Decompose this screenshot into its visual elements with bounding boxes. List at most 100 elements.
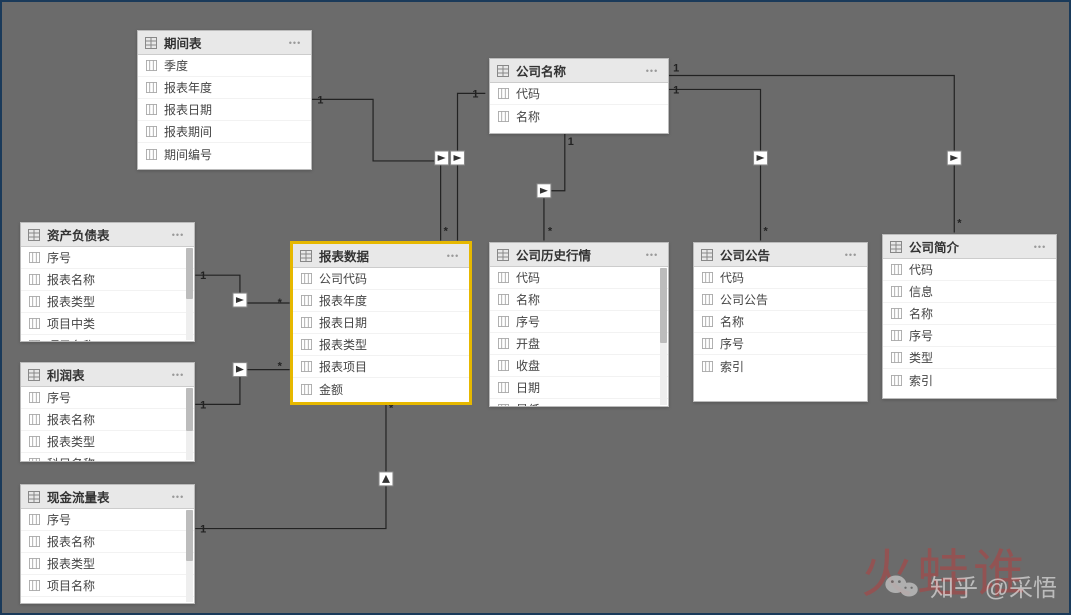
field-row[interactable]: 日期 — [490, 377, 668, 399]
field-row[interactable]: 金额 — [293, 378, 469, 400]
field-row[interactable]: 名称 — [490, 289, 668, 311]
more-icon[interactable]: ••• — [841, 248, 861, 262]
table-header[interactable]: 利润表 ••• — [21, 363, 194, 387]
field-row[interactable]: 报表日期 — [138, 99, 311, 121]
table-header[interactable]: 现金流量表 ••• — [21, 485, 194, 509]
column-icon — [299, 294, 313, 308]
field-label: 报表类型 — [319, 336, 463, 353]
field-row[interactable]: 开盘 — [490, 333, 668, 355]
table-announce[interactable]: 公司公告 ••• 代码 公司公告 名称 序号 索引 — [693, 242, 868, 402]
column-icon — [496, 359, 510, 373]
table-history[interactable]: 公司历史行情 ••• 代码 名称 序号 开盘 收盘 日期 最低 — [489, 242, 669, 407]
field-row[interactable]: 报表期间 — [138, 121, 311, 143]
field-list: 代码 名称 序号 开盘 收盘 日期 最低 — [490, 267, 668, 406]
field-row[interactable]: 期间编号 — [138, 143, 311, 165]
field-row[interactable]: 序号 — [21, 509, 194, 531]
column-icon — [496, 315, 510, 329]
field-row[interactable]: 名称 — [694, 311, 867, 333]
more-icon[interactable]: ••• — [168, 228, 188, 242]
field-row[interactable]: 代码 — [490, 267, 668, 289]
field-row[interactable]: 报表类型 — [21, 291, 194, 313]
card-one: 1 — [472, 88, 478, 100]
column-icon — [299, 382, 313, 396]
field-row[interactable]: 收盘 — [490, 355, 668, 377]
field-row[interactable]: 科目名称 — [21, 453, 194, 461]
column-icon — [889, 351, 903, 365]
field-row[interactable]: 项目中类 — [21, 313, 194, 335]
field-row[interactable]: 公司公告 — [694, 289, 867, 311]
scrollbar[interactable] — [186, 388, 193, 460]
table-header[interactable]: 公司名称 ••• — [490, 59, 668, 83]
field-row[interactable]: 信息 — [883, 281, 1056, 303]
field-row[interactable]: 报表类型 — [293, 334, 469, 356]
field-row[interactable]: 代码 — [883, 259, 1056, 281]
table-header[interactable]: 公司公告 ••• — [694, 243, 867, 267]
field-label: 报表日期 — [319, 314, 463, 331]
field-label: 序号 — [909, 327, 1050, 344]
field-row[interactable]: 季度 — [138, 55, 311, 77]
scrollbar[interactable] — [186, 248, 193, 340]
field-list: 季度 报表年度 报表日期 报表期间 期间编号 — [138, 55, 311, 169]
field-row[interactable]: 序号 — [490, 311, 668, 333]
table-balance[interactable]: 资产负债表 ••• 序号 报表名称 报表类型 项目中类 项目名称 — [20, 222, 195, 342]
column-icon — [496, 403, 510, 407]
field-label: 公司代码 — [319, 270, 463, 287]
field-row[interactable]: 序号 — [883, 325, 1056, 347]
table-period[interactable]: 期间表 ••• 季度 报表年度 报表日期 报表期间 期间编号 — [137, 30, 312, 170]
table-header[interactable]: 报表数据 ••• — [293, 244, 469, 268]
column-icon — [27, 251, 41, 265]
column-icon — [496, 337, 510, 351]
table-icon — [27, 228, 41, 242]
watermark-red: 火蛙谁 — [861, 532, 1029, 607]
field-row[interactable]: 序号 — [21, 387, 194, 409]
more-icon[interactable]: ••• — [642, 248, 662, 262]
field-row[interactable]: 报表类型 — [21, 553, 194, 575]
field-row[interactable]: 索引 — [883, 369, 1056, 391]
table-header[interactable]: 公司简介 ••• — [883, 235, 1056, 259]
field-row[interactable]: 项目名称 — [21, 335, 194, 341]
field-row[interactable]: 项目名称 — [21, 575, 194, 597]
table-reportdata[interactable]: 报表数据 ••• 公司代码 报表年度 报表日期 报表类型 报表项目 金额 — [291, 242, 471, 404]
field-row[interactable]: 报表名称 — [21, 269, 194, 291]
more-icon[interactable]: ••• — [168, 490, 188, 504]
model-canvas[interactable]: 1 * 1 1 * 1 * 1 * 1 * 1 * — [2, 2, 1069, 613]
field-row[interactable]: 代码 — [490, 83, 668, 105]
column-icon — [144, 125, 158, 139]
field-row[interactable]: 报表类型 — [21, 431, 194, 453]
field-label: 最低 — [516, 401, 662, 406]
field-row[interactable]: 名称 — [883, 303, 1056, 325]
table-header[interactable]: 公司历史行情 ••• — [490, 243, 668, 267]
field-row[interactable]: 最低 — [490, 399, 668, 406]
more-icon[interactable]: ••• — [285, 36, 305, 50]
more-icon[interactable]: ••• — [642, 64, 662, 78]
scrollbar[interactable] — [186, 510, 193, 602]
more-icon[interactable]: ••• — [1030, 240, 1050, 254]
field-row[interactable]: 代码 — [694, 267, 867, 289]
field-label: 报表名称 — [47, 271, 188, 288]
more-icon[interactable]: ••• — [443, 249, 463, 263]
field-row[interactable]: 名称 — [490, 105, 668, 127]
field-row[interactable]: 类型 — [883, 347, 1056, 369]
table-profile[interactable]: 公司简介 ••• 代码 信息 名称 序号 类型 索引 — [882, 234, 1057, 399]
column-icon — [27, 557, 41, 571]
field-row[interactable]: 报表日期 — [293, 312, 469, 334]
table-cashflow[interactable]: 现金流量表 ••• 序号 报表名称 报表类型 项目名称 — [20, 484, 195, 604]
field-row[interactable]: 报表项目 — [293, 356, 469, 378]
field-row[interactable]: 报表名称 — [21, 531, 194, 553]
scrollbar[interactable] — [660, 268, 667, 405]
table-header[interactable]: 期间表 ••• — [138, 31, 311, 55]
field-label: 开盘 — [516, 335, 662, 352]
column-icon — [889, 263, 903, 277]
field-row[interactable]: 报表名称 — [21, 409, 194, 431]
field-row[interactable]: 公司代码 — [293, 268, 469, 290]
field-label: 报表类型 — [47, 555, 188, 572]
field-row[interactable]: 序号 — [694, 333, 867, 355]
table-company[interactable]: 公司名称 ••• 代码 名称 — [489, 58, 669, 134]
field-row[interactable]: 序号 — [21, 247, 194, 269]
table-income[interactable]: 利润表 ••• 序号 报表名称 报表类型 科目名称 — [20, 362, 195, 462]
field-row[interactable]: 报表年度 — [138, 77, 311, 99]
table-header[interactable]: 资产负债表 ••• — [21, 223, 194, 247]
more-icon[interactable]: ••• — [168, 368, 188, 382]
field-row[interactable]: 索引 — [694, 355, 867, 377]
field-row[interactable]: 报表年度 — [293, 290, 469, 312]
